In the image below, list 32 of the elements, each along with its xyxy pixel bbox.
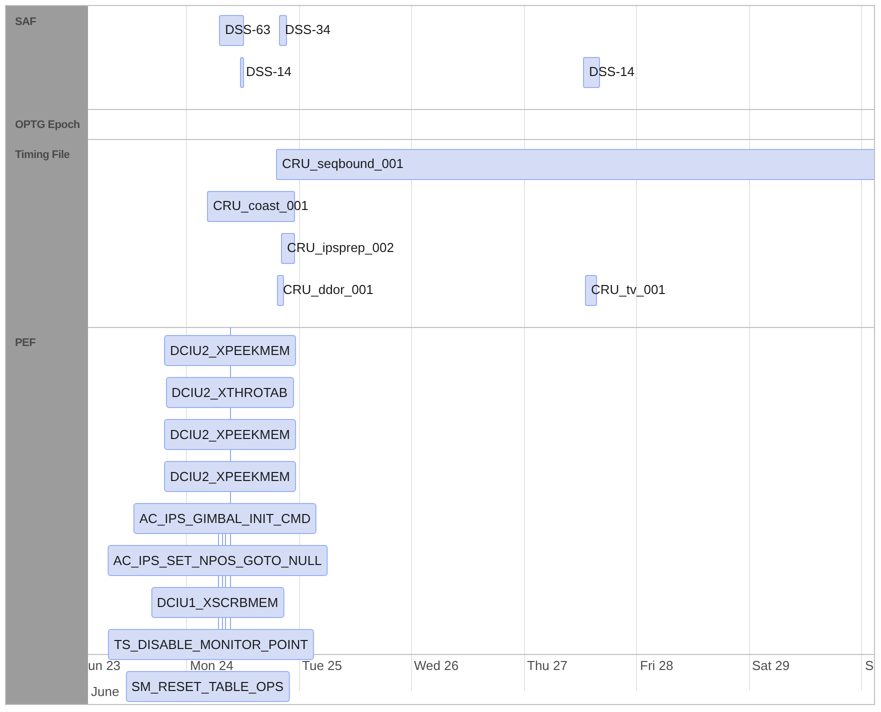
axis-label: Fri 28 [640, 658, 674, 674]
axis-label: Sat 29 [752, 658, 790, 674]
timeline-item[interactable]: SM_RESET_TABLE_OPS [125, 671, 290, 702]
axis-label: un 23 [88, 658, 121, 674]
timeline-item[interactable] [279, 15, 287, 46]
axis-label: Thu 27 [527, 658, 568, 674]
month-label: June [91, 684, 120, 700]
group-label: PEF [15, 337, 36, 349]
timeline-item[interactable]: DCIU2_XTHROTAB [165, 377, 294, 408]
item-label: DSS-14 [589, 64, 635, 80]
timeline-item[interactable]: DCIU2_XPEEKMEM [164, 419, 296, 450]
group-label: OPTG Epoch [15, 119, 80, 131]
timeline-item[interactable]: TS_DISABLE_MONITOR_POINT [108, 629, 314, 660]
axis-label: Wed 26 [414, 658, 459, 674]
timeline-item[interactable]: DCIU2_XPEEKMEM [164, 461, 296, 492]
item-label: CRU_tv_001 [591, 282, 666, 298]
axis-label: S [865, 658, 874, 674]
item-label: CRU_seqbound_001 [282, 156, 404, 172]
group-label: SAF [15, 16, 36, 28]
axis-label: Tue 25 [302, 658, 342, 674]
item-label: CRU_ddor_001 [283, 282, 374, 298]
axis-label: Mon 24 [190, 658, 234, 674]
timeline-item[interactable]: DCIU1_XSCRBMEM [150, 587, 284, 618]
item-label: CRU_coast_001 [213, 198, 308, 214]
item-label: DSS-14 [246, 64, 292, 80]
item-label: DSS-34 [285, 22, 331, 38]
timeline-item[interactable]: AC_IPS_GIMBAL_INIT_CMD [133, 503, 317, 534]
timeline-item[interactable]: AC_IPS_SET_NPOS_GOTO_NULL [107, 545, 328, 576]
timeline-item[interactable]: DCIU2_XPEEKMEM [164, 335, 296, 366]
item-label: CRU_ipsprep_002 [287, 240, 394, 256]
group-label: Timing File [15, 149, 70, 161]
item-label: DSS-63 [225, 22, 271, 38]
